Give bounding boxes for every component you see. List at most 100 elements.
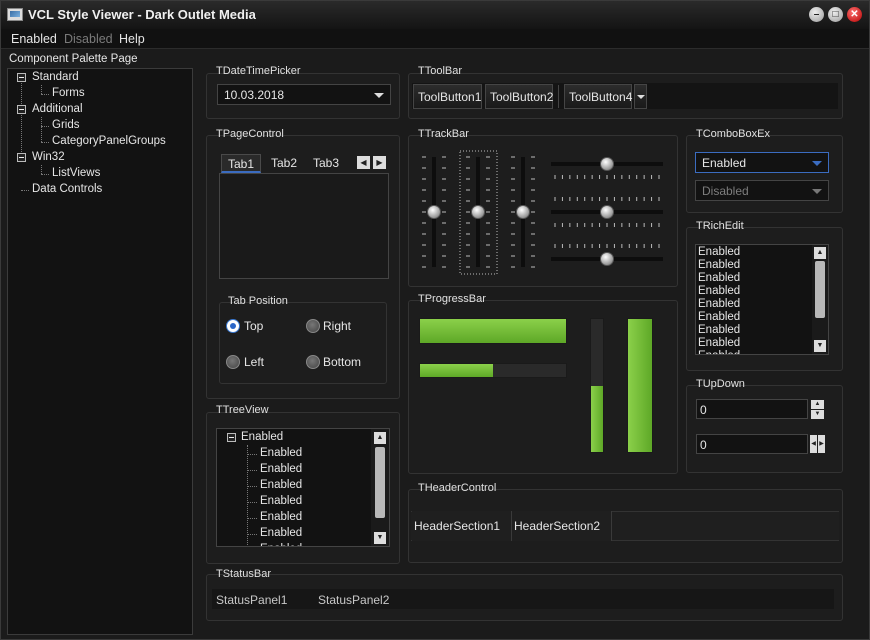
palette-tree[interactable]: Standard Forms Additional Grids Category… [7, 68, 193, 635]
tab-scroll-left-icon[interactable]: ◀ [357, 156, 370, 169]
header-section-2[interactable]: HeaderSection2 [512, 511, 612, 541]
tree-item-data-controls[interactable]: Data Controls [32, 183, 102, 195]
dropdown-arrow-icon [812, 161, 822, 166]
scroll-up-icon[interactable]: ▲ [814, 247, 826, 259]
toolbutton-4-dropdown[interactable] [634, 84, 647, 109]
header-section-1[interactable]: HeaderSection1 [412, 511, 512, 541]
treeview-item[interactable]: Enabled [260, 511, 302, 523]
datetime-value: 10.03.2018 [224, 88, 285, 102]
updown-edit-1[interactable]: 0 [696, 399, 808, 419]
collapse-icon[interactable] [17, 153, 26, 162]
trackbar-horizontal[interactable] [551, 244, 663, 266]
tree-item-grids[interactable]: Grids [52, 119, 79, 131]
toolbutton-1[interactable]: ToolButton1 [413, 84, 482, 109]
radio-top[interactable] [226, 319, 240, 333]
dropdown-arrow-icon [812, 189, 822, 194]
tab-sheet [219, 173, 389, 279]
toolbutton-4[interactable]: ToolButton4 [564, 84, 632, 109]
trackbar-vertical[interactable] [459, 150, 498, 275]
collapse-icon[interactable] [17, 105, 26, 114]
scroll-down-icon[interactable]: ▼ [814, 340, 826, 352]
maximize-button[interactable]: □ [828, 7, 843, 22]
menu-help[interactable]: Help [119, 32, 145, 46]
scroll-thumb[interactable] [375, 447, 385, 518]
spin-right-icon[interactable]: ▶ [818, 435, 825, 453]
progressbar-v2 [627, 318, 653, 453]
tree-item-listviews[interactable]: ListViews [52, 167, 100, 179]
menu-enabled[interactable]: Enabled [11, 32, 57, 46]
treeview-box[interactable]: Enabled Enabled Enabled Enabled Enabled Enab… [216, 428, 390, 547]
treeview-item[interactable]: Enabled [260, 543, 302, 546]
tab-scroll-right-icon[interactable]: ▶ [373, 156, 386, 169]
spin-down-icon[interactable]: ▼ [811, 410, 824, 419]
treeview-item[interactable]: Enabled [260, 463, 302, 475]
tab-tab3[interactable]: Tab3 [306, 154, 346, 173]
trackbar-horizontal[interactable] [551, 197, 663, 227]
tree-item-categorypanelgroups[interactable]: CategoryPanelGroups [52, 135, 166, 147]
tree-item-forms[interactable]: Forms [52, 87, 85, 99]
richedit-line: Enabled [698, 324, 741, 336]
richedit-scrollbar[interactable]: ▲ ▼ [812, 245, 828, 354]
comboboxex-enabled[interactable]: Enabled [695, 152, 829, 173]
comboboxex-disabled-value: Disabled [702, 184, 749, 198]
treeview-item[interactable]: Enabled [260, 495, 302, 507]
treeview-root[interactable]: Enabled [241, 431, 283, 443]
statusbar-label: TStatusBar [216, 568, 272, 580]
trackbar-vertical[interactable] [422, 156, 446, 268]
progressbar-v1 [590, 318, 604, 453]
richedit-line: Enabled [698, 272, 741, 284]
trackbar-horizontal[interactable] [551, 157, 663, 180]
scroll-thumb[interactable] [815, 261, 825, 318]
headercontrol-label: THeaderControl [418, 482, 497, 494]
treeview-item[interactable]: Enabled [260, 527, 302, 539]
spin-left-icon[interactable]: ◀ [810, 435, 817, 453]
radio-bottom[interactable] [306, 355, 320, 369]
treeview-item[interactable]: Enabled [260, 447, 302, 459]
radio-right[interactable] [306, 319, 320, 333]
treeview-scrollbar[interactable]: ▲ ▼ [371, 429, 389, 546]
tree-item-standard[interactable]: Standard [32, 71, 79, 83]
richedit-line: Enabled [698, 259, 741, 271]
radio-bottom-label: Bottom [323, 355, 362, 369]
trackbar-thumb[interactable] [516, 205, 530, 219]
treeview-item[interactable]: Enabled [260, 479, 302, 491]
updown-edit-2[interactable]: 0 [696, 434, 808, 454]
status-bar [212, 589, 834, 609]
title-bar[interactable]: VCL Style Viewer - Dark Outlet Media – □… [1, 1, 869, 29]
menu-disabled[interactable]: Disabled [64, 32, 113, 46]
collapse-icon[interactable] [17, 73, 26, 82]
scroll-up-icon[interactable]: ▲ [374, 432, 386, 444]
trackbar-thumb[interactable] [600, 157, 614, 171]
richedit-line: Enabled [698, 285, 741, 297]
comboboxex-disabled: Disabled [695, 180, 829, 201]
richedit-box[interactable]: Enabled Enabled Enabled Enabled Enabled Enabl… [695, 244, 829, 355]
progressbar-h1 [419, 318, 567, 344]
trackbar-thumb[interactable] [600, 252, 614, 266]
collapse-icon[interactable] [227, 433, 236, 442]
tree-item-additional[interactable]: Additional [32, 103, 83, 115]
trackbar-thumb[interactable] [427, 205, 441, 219]
spin-up-icon[interactable]: ▲ [811, 400, 824, 409]
trackbar-thumb[interactable] [471, 205, 485, 219]
radio-left[interactable] [226, 355, 240, 369]
menu-bar: Enabled Disabled Help [1, 29, 869, 49]
trackbar-vertical[interactable] [511, 156, 535, 268]
close-button[interactable]: ✕ [847, 7, 862, 22]
comboboxex-enabled-value: Enabled [702, 156, 747, 170]
app-icon [7, 8, 23, 21]
comboboxex-group [686, 135, 843, 213]
trackbar-thumb[interactable] [600, 205, 614, 219]
scroll-down-icon[interactable]: ▼ [374, 532, 386, 544]
status-panel-1: StatusPanel1 [216, 593, 288, 607]
richedit-content: Enabled Enabled Enabled Enabled Enabled Enabl… [698, 246, 741, 354]
tab-tab1[interactable]: Tab1 [221, 154, 261, 173]
toolbutton-2[interactable]: ToolButton2 [485, 84, 553, 109]
palette-label: Component Palette Page [9, 53, 138, 65]
trackbar-area[interactable] [408, 135, 678, 287]
tab-tab2[interactable]: Tab2 [264, 154, 304, 173]
richedit-line: Enabled [698, 337, 741, 349]
datetime-picker[interactable]: 10.03.2018 [217, 84, 391, 105]
minimize-button[interactable]: – [809, 7, 824, 22]
tree-item-win32[interactable]: Win32 [32, 151, 65, 163]
richedit-line: Enabled [698, 246, 741, 258]
